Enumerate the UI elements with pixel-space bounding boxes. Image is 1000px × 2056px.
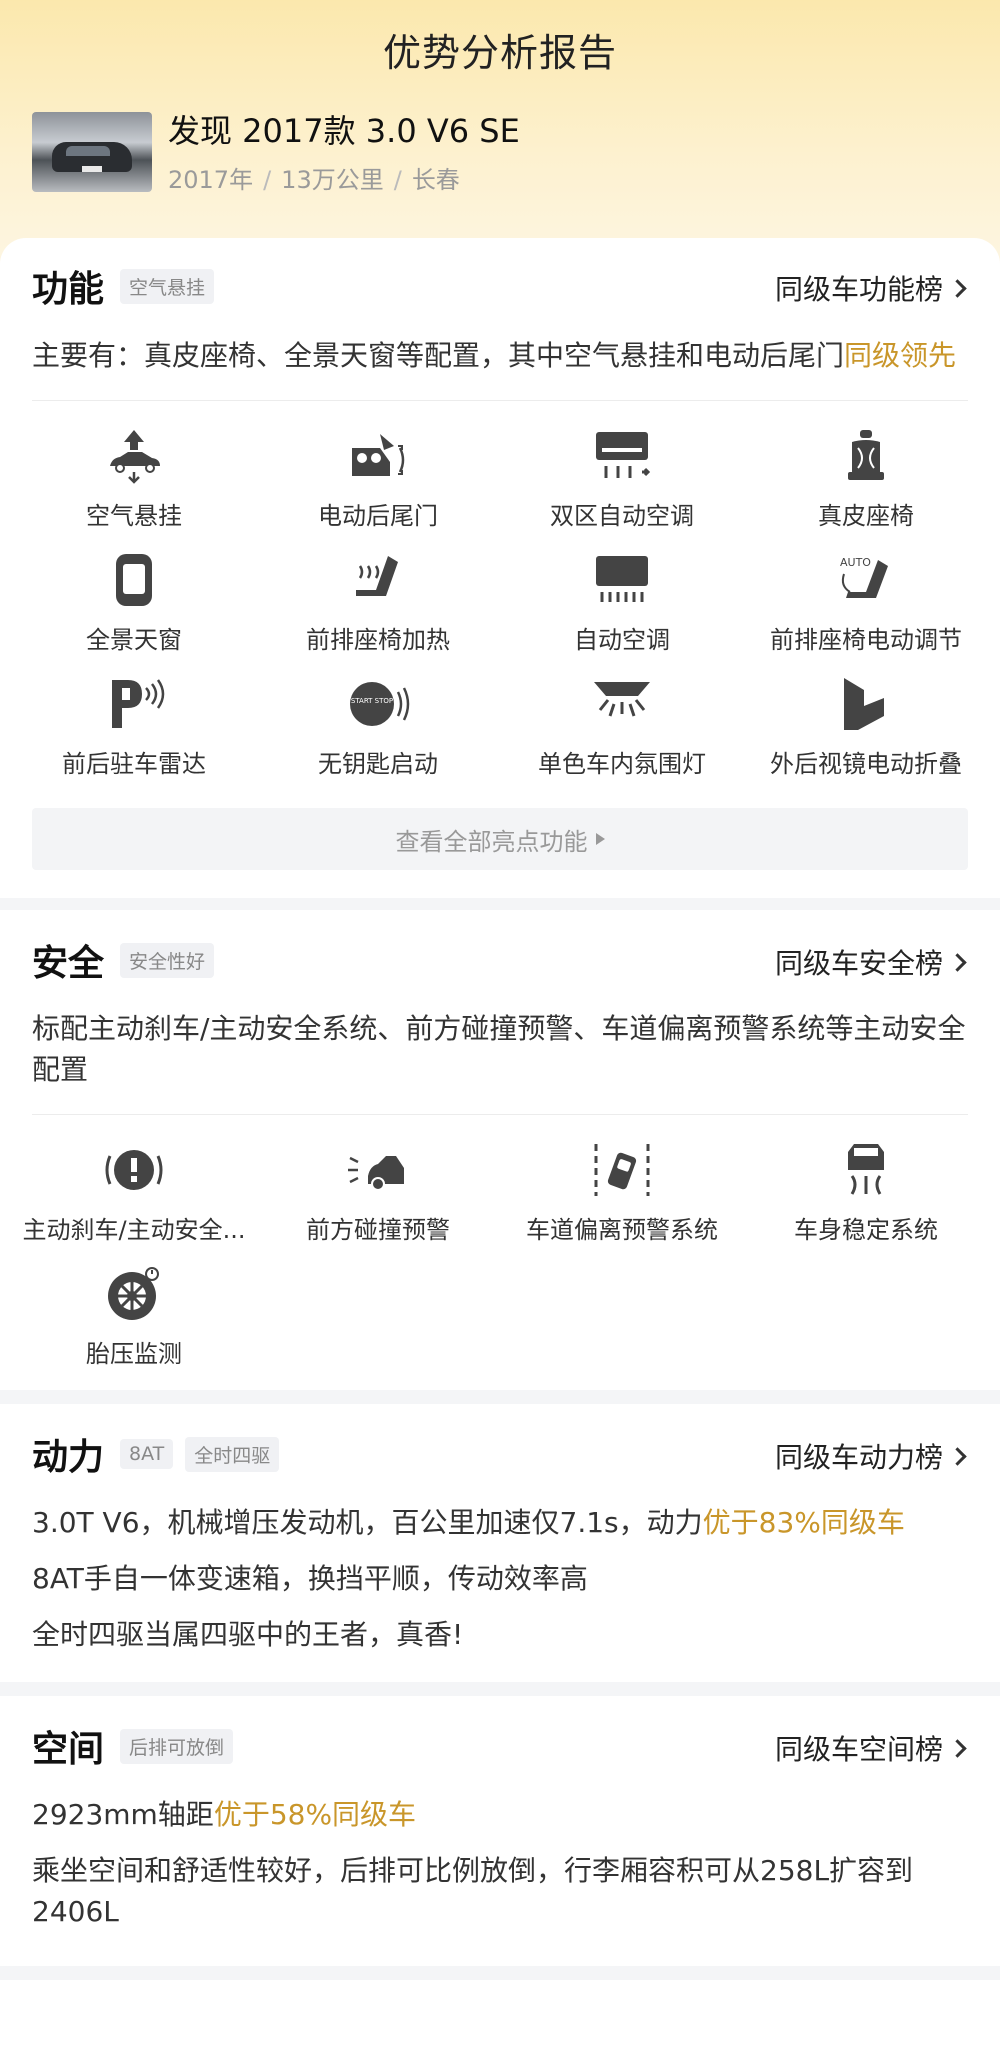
- leather-seat-icon: [848, 430, 884, 480]
- air-suspension-icon: [110, 430, 160, 484]
- chevron-right-icon: [948, 952, 967, 972]
- chevron-right-icon: [948, 1738, 967, 1758]
- feature-item[interactable]: 自动空调: [500, 552, 744, 655]
- feature-item[interactable]: 主动刹车/主动安全...: [12, 1142, 256, 1245]
- function-header: 功能 空气悬挂: [32, 256, 226, 316]
- section-title: 功能: [32, 269, 105, 310]
- collision-warning-icon: [348, 1156, 404, 1191]
- feature-label: 真皮座椅: [818, 502, 914, 530]
- tag: 后排可放倒: [120, 1728, 234, 1764]
- car-city: 长春: [411, 166, 460, 194]
- feature-item[interactable]: AUTO 前排座椅电动调节: [744, 552, 988, 655]
- feature-label: 胎压监测: [86, 1340, 182, 1368]
- feature-item[interactable]: 真皮座椅: [744, 428, 988, 531]
- feature-label: 前排座椅加热: [306, 626, 450, 654]
- feature-item[interactable]: 胎压监测: [12, 1266, 256, 1369]
- space-header: 空间 后排可放倒: [32, 1716, 245, 1776]
- space-line-1: 2923mm轴距优于58%同级车: [32, 1798, 417, 1831]
- feature-item[interactable]: 电动后尾门: [256, 428, 500, 531]
- active-brake-icon: [105, 1150, 163, 1190]
- tag: 安全性好: [120, 942, 215, 978]
- tire-pressure-icon: [108, 1267, 159, 1320]
- auto-text: AUTO: [840, 556, 871, 569]
- car-meta: 2017年/13万公里 / 长春: [168, 166, 460, 194]
- feature-label: 双区自动空调: [550, 502, 694, 530]
- chevron-right-icon: [948, 278, 967, 298]
- feature-label: 前排座椅电动调节: [770, 626, 962, 654]
- keyless-start-icon: START STOP: [350, 682, 410, 726]
- parking-radar-icon: [112, 679, 165, 728]
- feature-item[interactable]: 车身稳定系统: [744, 1142, 988, 1245]
- feature-item[interactable]: 前方碰撞预警: [256, 1142, 500, 1245]
- feature-item[interactable]: 前后驻车雷达: [12, 676, 256, 779]
- feature-item[interactable]: 单色车内氛围灯: [500, 676, 744, 779]
- power-seat-icon: AUTO: [840, 556, 888, 598]
- feature-label: 全景天窗: [86, 626, 182, 654]
- power-line-3: 全时四驱当属四驱中的王者，真香!: [32, 1618, 464, 1651]
- feature-label: 无钥匙启动: [318, 750, 438, 778]
- car-name: 发现 2017款 3.0 V6 SE: [168, 112, 520, 150]
- feature-label: 主动刹车/主动安全...: [22, 1216, 246, 1244]
- tag: 空气悬挂: [120, 268, 215, 304]
- safety-description: 标配主动刹车/主动安全系统、前方碰撞预警、车道偏离预警系统等主动安全配置: [32, 1012, 966, 1086]
- feature-label: 车道偏离预警系统: [526, 1216, 718, 1244]
- space-rank-link[interactable]: 同级车空间榜: [775, 1728, 967, 1768]
- safety-header: 安全 安全性好: [32, 930, 226, 990]
- feature-item[interactable]: 车道偏离预警系统: [500, 1142, 744, 1245]
- seat-heating-icon: [356, 556, 398, 596]
- feature-label: 外后视镜电动折叠: [770, 750, 962, 778]
- feature-label: 车身稳定系统: [794, 1216, 938, 1244]
- feature-label: 前方碰撞预警: [306, 1216, 450, 1244]
- section-title: 动力: [32, 1437, 105, 1478]
- power-tailgate-icon: [352, 434, 405, 476]
- function-rank-link[interactable]: 同级车功能榜: [775, 268, 967, 308]
- tag: 8AT: [120, 1439, 174, 1469]
- auto-ac-icon: [596, 556, 648, 602]
- divider: [32, 400, 968, 401]
- arrow-right-icon: [595, 833, 605, 845]
- power-header: 动力 8AT 全时四驱: [32, 1424, 291, 1484]
- start-stop-text: START STOP: [351, 697, 393, 705]
- mirror-fold-icon: [844, 678, 884, 730]
- panoramic-sunroof-icon: [116, 554, 152, 606]
- feature-item[interactable]: 全景天窗: [12, 552, 256, 655]
- section-title: 安全: [32, 943, 105, 984]
- page-title: 优势分析报告: [382, 31, 617, 75]
- feature-item[interactable]: 空气悬挂: [12, 428, 256, 531]
- power-line-1: 3.0T V6，机械增压发动机，百公里加速仅7.1s，动力优于83%同级车: [32, 1506, 905, 1539]
- feature-label: 前后驻车雷达: [62, 750, 206, 778]
- next-section: [0, 1980, 1000, 2056]
- car-thumbnail[interactable]: [32, 112, 152, 192]
- feature-item[interactable]: 双区自动空调: [500, 428, 744, 531]
- view-all-features-button[interactable]: 查看全部亮点功能: [32, 808, 968, 870]
- chevron-right-icon: [948, 1446, 967, 1466]
- power-rank-link[interactable]: 同级车动力榜: [775, 1436, 967, 1476]
- lane-departure-icon: [594, 1144, 650, 1196]
- function-description: 主要有：真皮座椅、全景天窗等配置，其中空气悬挂和电动后尾门同级领先: [32, 339, 957, 372]
- feature-label: 单色车内氛围灯: [538, 750, 706, 778]
- car-mileage: 13万公里: [281, 166, 384, 194]
- section-title: 空间: [32, 1729, 105, 1770]
- power-line-2: 8AT手自一体变速箱，换挡平顺，传动效率高: [32, 1562, 588, 1595]
- dual-zone-ac-icon: [596, 432, 651, 478]
- tag: 全时四驱: [185, 1436, 280, 1472]
- car-year: 2017年: [168, 166, 254, 194]
- feature-item[interactable]: 外后视镜电动折叠: [744, 676, 988, 779]
- feature-item[interactable]: START STOP 无钥匙启动: [256, 676, 500, 779]
- ambient-light-icon: [594, 682, 650, 717]
- divider: [32, 1114, 968, 1115]
- feature-label: 自动空调: [574, 626, 670, 654]
- safety-rank-link[interactable]: 同级车安全榜: [775, 942, 967, 982]
- feature-label: 电动后尾门: [318, 502, 438, 530]
- space-line-2: 乘坐空间和舒适性较好，后排可比例放倒，行李厢容积可从258L扩容到2406L: [32, 1854, 914, 1928]
- stability-control-icon: [848, 1144, 884, 1195]
- feature-label: 空气悬挂: [86, 502, 182, 530]
- feature-item[interactable]: 前排座椅加热: [256, 552, 500, 655]
